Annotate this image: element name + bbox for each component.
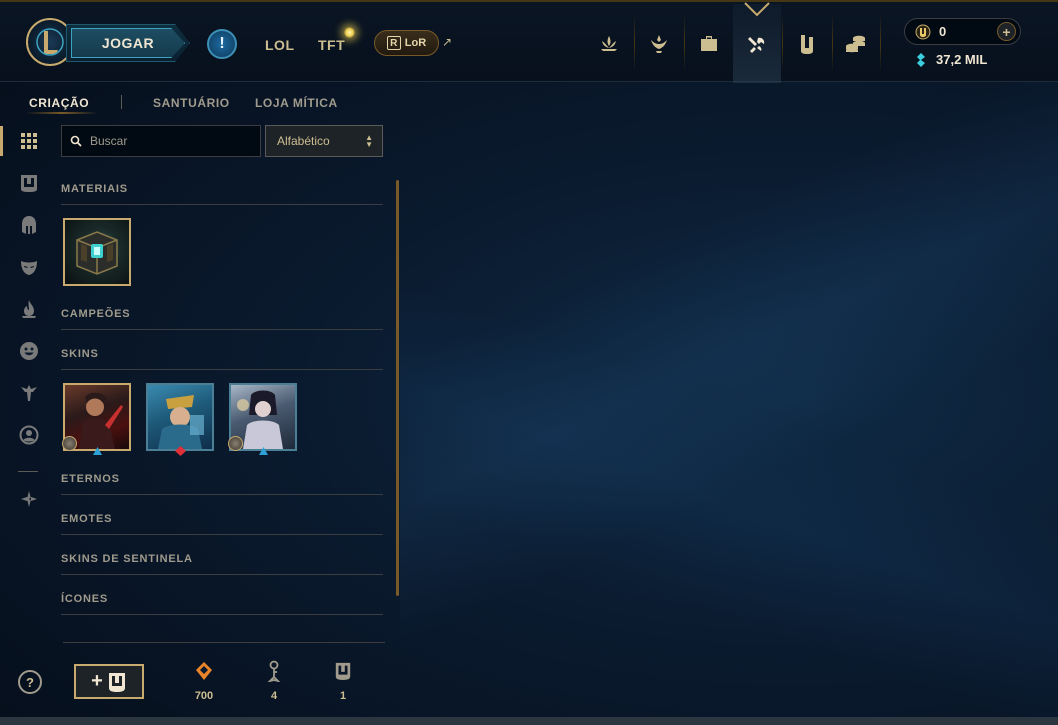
rail-active-indicator xyxy=(0,126,3,156)
blue-essence-display: 37,2 MIL xyxy=(914,52,987,67)
lor-r-icon: R xyxy=(386,36,401,50)
collection-icon[interactable] xyxy=(689,24,729,64)
active-tab-underline xyxy=(26,112,98,114)
skin-art-icon xyxy=(158,395,204,449)
lor-button[interactable]: R LoR xyxy=(374,30,439,56)
nav-separator xyxy=(634,14,635,72)
section-materiais[interactable]: MATERIAIS xyxy=(61,183,383,205)
search-input[interactable] xyxy=(90,134,240,148)
mode-lol-link[interactable]: LOL xyxy=(265,37,295,53)
search-box xyxy=(61,125,261,157)
champion-helmet-icon[interactable] xyxy=(16,212,42,238)
key-icon xyxy=(267,660,281,682)
alert-icon[interactable]: ! xyxy=(207,29,237,59)
profile-icon[interactable] xyxy=(639,24,679,64)
dropdown-arrows-icon: ▲ ▼ xyxy=(365,133,373,149)
help-button[interactable]: ? xyxy=(18,670,42,694)
chest-counter: 1 xyxy=(323,658,363,702)
add-chest-button[interactable]: + xyxy=(74,664,144,699)
tab-criacao[interactable]: CRIAÇÃO xyxy=(29,96,89,110)
riot-points-value: 0 xyxy=(939,24,947,39)
skin-tile[interactable] xyxy=(146,383,214,451)
other-icon[interactable] xyxy=(16,486,42,512)
emote-icon[interactable] xyxy=(16,338,42,364)
top-nav-bar: JOGAR ! LOL TFT R LoR ↗ 0 + 37,2 MIL xyxy=(0,0,1058,83)
section-emotes[interactable]: EMOTES xyxy=(61,513,383,535)
riot-points-display: 0 + xyxy=(904,18,1021,45)
add-chest-plus: + xyxy=(91,670,103,692)
eternals-flame-icon[interactable] xyxy=(16,296,42,322)
play-button-label: JOGAR xyxy=(71,28,185,58)
section-skins[interactable]: SKINS xyxy=(61,348,383,370)
skin-mask-icon[interactable] xyxy=(16,254,42,280)
orange-essence-value: 700 xyxy=(194,690,214,702)
material-tile-chest[interactable] xyxy=(63,218,131,286)
clash-icon[interactable] xyxy=(589,24,629,64)
key-value: 4 xyxy=(270,690,278,702)
key-counter: 4 xyxy=(254,658,294,702)
background-art xyxy=(400,82,1058,717)
chest-icon xyxy=(108,672,125,692)
chest-icon[interactable] xyxy=(16,170,42,196)
notification-glow-icon xyxy=(344,27,355,38)
riot-points-icon xyxy=(915,24,931,39)
window-bottom-strip xyxy=(0,717,1058,725)
tft-pass-icon[interactable] xyxy=(787,24,827,64)
mode-tft-link[interactable]: TFT xyxy=(318,37,345,53)
blue-essence-icon xyxy=(917,52,925,67)
tab-loja-mitica[interactable]: LOJA MÍTICA xyxy=(255,96,338,110)
section-icones[interactable]: ÍCONES xyxy=(61,593,383,615)
blue-essence-value: 37,2 MIL xyxy=(936,52,988,67)
rail-separator xyxy=(18,471,38,472)
tab-santuario[interactable]: SANTUÁRIO xyxy=(153,96,230,110)
section-eternos[interactable]: ETERNOS xyxy=(61,473,383,495)
loot-list-scrollbar[interactable] xyxy=(396,180,399,596)
play-button[interactable]: JOGAR xyxy=(66,24,190,62)
tab-separator xyxy=(121,95,122,109)
footer-divider xyxy=(63,642,385,643)
sort-selected-value: Alfabético xyxy=(277,134,330,148)
chest-icon xyxy=(335,662,351,680)
rarity-red-icon xyxy=(175,446,186,456)
rarity-blue-icon xyxy=(259,447,268,455)
lor-label: LoR xyxy=(404,37,427,49)
orange-essence-counter: 700 xyxy=(184,658,224,702)
buy-rp-button[interactable]: + xyxy=(997,22,1016,41)
summoner-icon-icon[interactable] xyxy=(16,422,42,448)
external-link-icon: ↗ xyxy=(442,35,453,49)
section-skins-de-sentinela[interactable]: SKINS DE SENTINELA xyxy=(61,553,383,575)
chest-value: 1 xyxy=(339,690,347,702)
store-icon[interactable] xyxy=(836,24,876,64)
section-campeoes[interactable]: CAMPEÕES xyxy=(61,308,383,330)
all-icon[interactable] xyxy=(16,128,42,154)
search-icon xyxy=(70,135,82,147)
rarity-blue-icon xyxy=(93,447,102,455)
nav-separator xyxy=(782,14,783,72)
hextech-chest-icon xyxy=(76,231,118,275)
skin-shard-badge-icon xyxy=(62,436,77,451)
nav-separator xyxy=(880,14,881,72)
sort-dropdown[interactable]: Alfabético ▲ ▼ xyxy=(265,125,383,157)
nav-separator xyxy=(832,14,833,72)
skin-shard-badge-icon xyxy=(228,436,243,451)
orange-essence-icon xyxy=(196,662,212,680)
loot-icon[interactable] xyxy=(737,24,777,64)
nav-separator xyxy=(684,14,685,72)
ward-icon[interactable] xyxy=(16,380,42,406)
nav-active-chevron-icon xyxy=(744,2,770,17)
